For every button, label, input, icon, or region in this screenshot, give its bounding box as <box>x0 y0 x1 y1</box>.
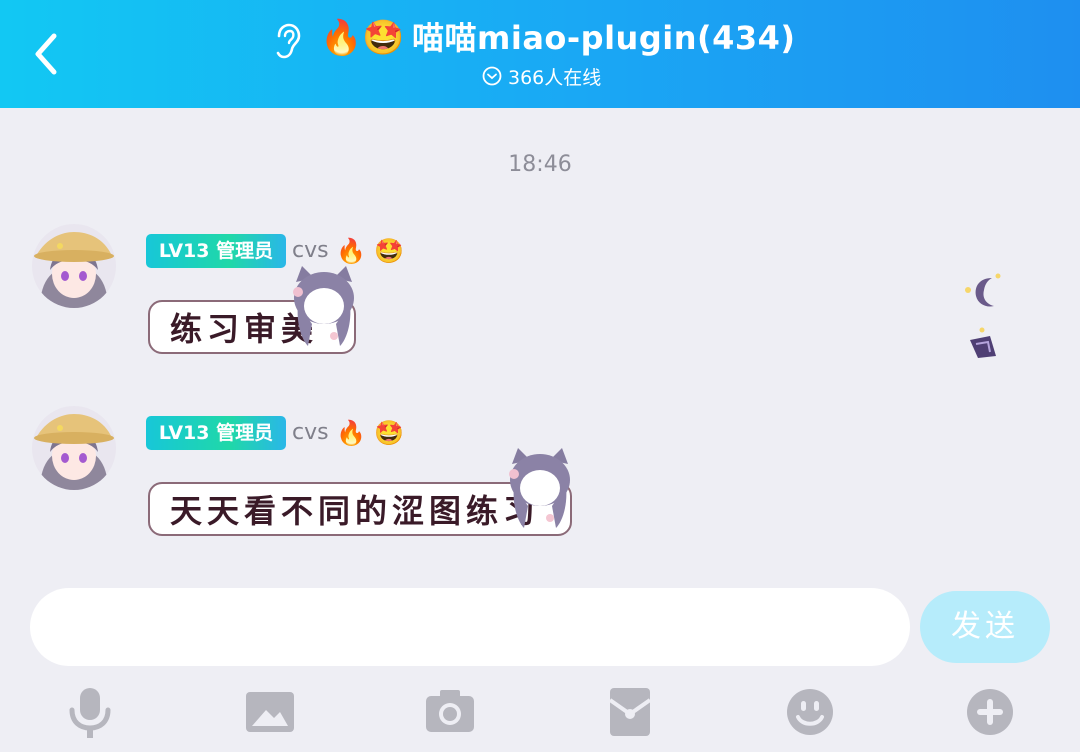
online-count: 366人在线 <box>508 66 602 89</box>
sender-name[interactable]: cvs <box>292 416 329 450</box>
smile-face-icon: 🤩 <box>362 18 405 58</box>
avatar[interactable] <box>32 224 116 308</box>
message-input[interactable] <box>30 588 910 666</box>
level-badge: LV13 管理员 <box>146 416 286 450</box>
group-title[interactable]: 喵喵miao-plugin(434) <box>412 16 796 60</box>
gem-sticker-icon <box>970 327 996 358</box>
smile-face-icon: 🤩 <box>374 237 404 265</box>
message-item: LV13 管理员 cvs 🔥 🤩 天天看不同的涩图练习 <box>0 406 1080 566</box>
emoji-icon[interactable] <box>782 684 838 740</box>
send-button[interactable]: 发送 <box>920 591 1050 663</box>
chat-header: 🔥 🤩 喵喵miao-plugin(434) 366人在线 <box>0 0 1080 108</box>
timestamp: 18:46 <box>508 152 572 177</box>
image-icon[interactable] <box>242 684 298 740</box>
smile-face-icon: 🤩 <box>374 419 404 447</box>
fire-icon: 🔥 <box>336 237 366 265</box>
chibi-girl-sticker <box>293 266 354 346</box>
message-item: LV13 管理员 cvs 🔥 🤩 练习审美 <box>0 224 1080 384</box>
input-toolbar <box>0 680 1080 752</box>
chevron-circle-icon <box>482 66 502 86</box>
avatar[interactable] <box>32 406 116 490</box>
plus-icon[interactable] <box>962 684 1018 740</box>
level-badge: LV13 管理员 <box>146 234 286 268</box>
sender-name[interactable]: cvs <box>292 234 329 268</box>
fire-icon: 🔥 <box>320 18 363 58</box>
ear-icon[interactable] <box>270 22 304 60</box>
microphone-icon[interactable] <box>62 684 118 740</box>
camera-icon[interactable] <box>422 684 478 740</box>
online-status[interactable]: 366人在线 <box>482 62 601 90</box>
chevron-left-icon <box>35 33 57 75</box>
red-packet-icon[interactable] <box>602 684 658 740</box>
composer: 发送 <box>0 578 1080 678</box>
message-list[interactable]: 18:46 LV13 管理员 cvs 🔥 🤩 练习审美 LV13 管理员 cvs… <box>0 108 1080 578</box>
chibi-girl-sticker <box>509 448 570 528</box>
fire-icon: 🔥 <box>336 419 366 447</box>
moon-sticker-icon <box>965 273 1001 307</box>
back-button[interactable] <box>28 30 68 78</box>
